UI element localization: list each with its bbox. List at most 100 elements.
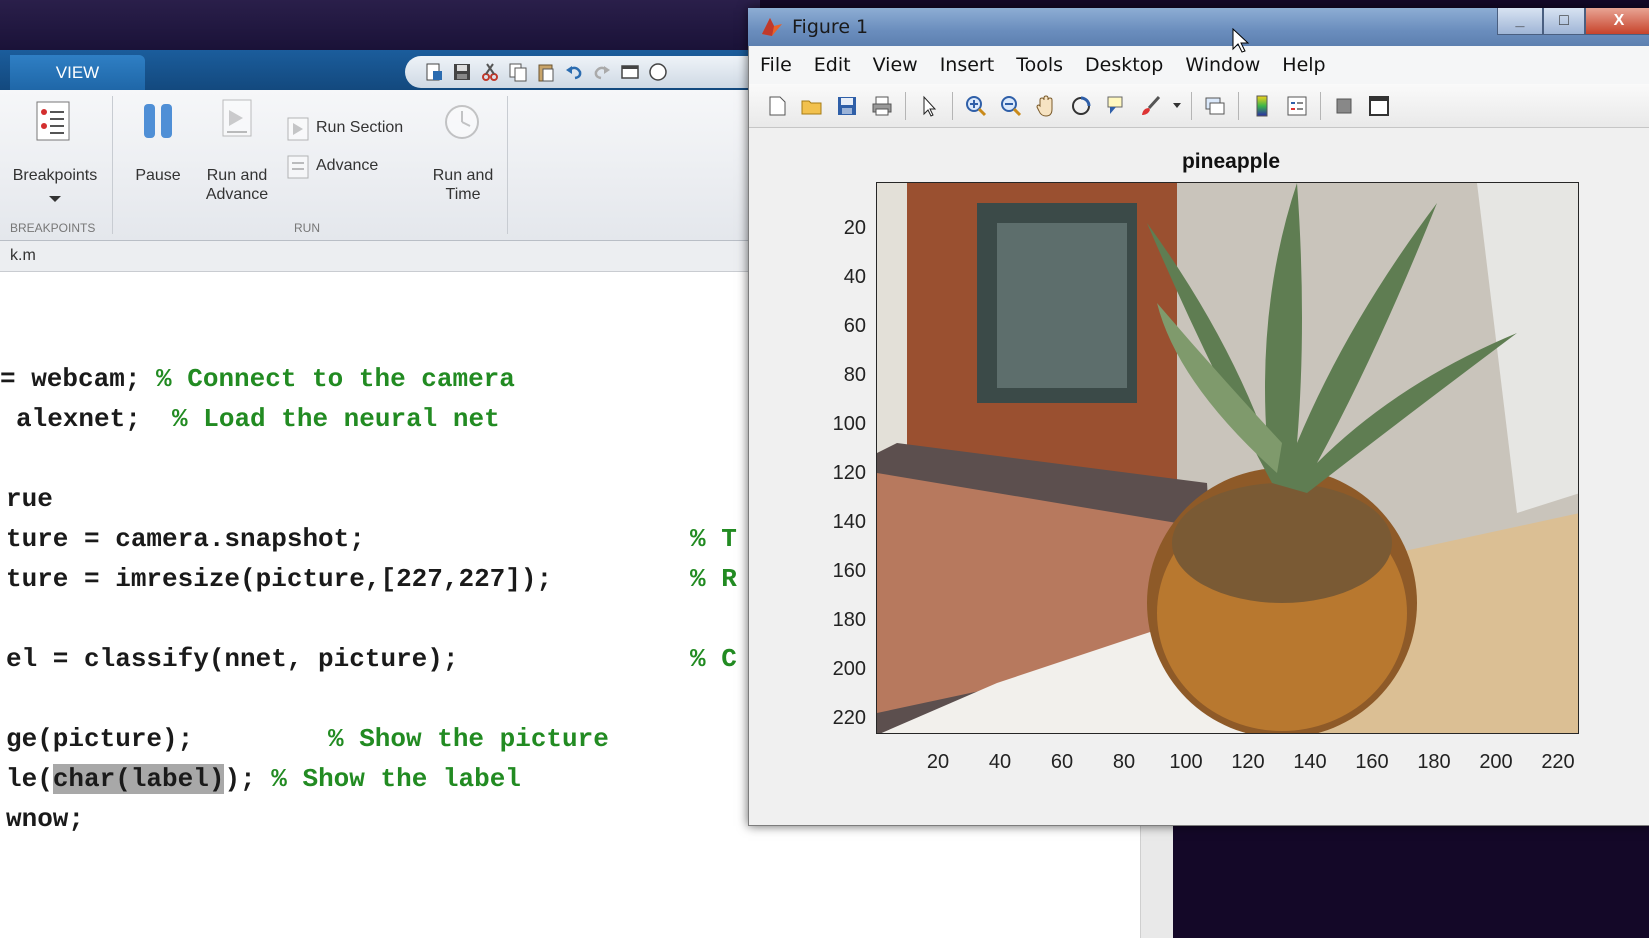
chevron-down-icon[interactable]: [1172, 92, 1182, 120]
zoom-in-icon[interactable]: [962, 92, 990, 120]
run-section-button[interactable]: Run Section: [316, 118, 416, 137]
run-section-icon: [286, 116, 310, 142]
tab-view[interactable]: VIEW: [10, 55, 145, 90]
advance-button[interactable]: Advance: [316, 156, 396, 175]
maximize-button[interactable]: □: [1543, 8, 1585, 35]
new-figure-icon[interactable]: [763, 92, 791, 120]
editor-file-tab[interactable]: k.m: [0, 241, 760, 272]
menu-tools[interactable]: Tools: [1005, 46, 1074, 84]
show-plot-tools-icon[interactable]: [1365, 92, 1393, 120]
code-line: ge(picture);: [6, 724, 194, 754]
pan-hand-icon[interactable]: [1032, 92, 1060, 120]
switch-windows-icon[interactable]: [619, 61, 641, 83]
menu-desktop[interactable]: Desktop: [1074, 46, 1174, 84]
code-line: le(char(label)); % Show the label: [6, 764, 521, 794]
text-selection[interactable]: char(label): [52, 764, 225, 794]
plot-title: pineapple: [1181, 150, 1281, 173]
redo-icon[interactable]: [591, 61, 613, 83]
code-line: ture = camera.snapshot;: [6, 524, 365, 554]
figure-menubar: File Edit View Insert Tools Desktop Wind…: [749, 46, 1649, 84]
x-tick-label: 120: [1231, 751, 1265, 773]
open-folder-icon[interactable]: [798, 92, 826, 120]
x-tick-label: 20: [926, 751, 950, 773]
data-cursor-icon[interactable]: [1102, 92, 1130, 120]
copy-icon[interactable]: [507, 61, 529, 83]
link-plot-icon[interactable]: [1201, 92, 1229, 120]
y-tick-label: 60: [843, 315, 866, 337]
code-line: alexnet; % Load the neural net: [16, 404, 500, 434]
toolbar-separator: [1320, 91, 1321, 120]
menu-help[interactable]: Help: [1271, 46, 1336, 84]
x-tick-label: 200: [1479, 751, 1513, 773]
y-tick-label: 160: [832, 560, 866, 582]
cut-icon[interactable]: [479, 61, 501, 83]
menu-edit[interactable]: Edit: [803, 46, 862, 84]
undo-icon[interactable]: [563, 61, 585, 83]
toolbar-separator: [952, 91, 953, 120]
group-label-run: RUN: [294, 221, 320, 235]
advance-icon: [286, 154, 310, 180]
figure-title: Figure 1: [792, 16, 869, 38]
run-and-advance-button[interactable]: Run and Advance: [196, 166, 278, 204]
menu-file[interactable]: File: [749, 46, 803, 84]
window-controls: _ □ X: [1497, 8, 1649, 35]
code-line: rue: [6, 484, 53, 514]
menu-view[interactable]: View: [862, 46, 929, 84]
x-tick-label: 60: [1050, 751, 1074, 773]
x-tick-label: 220: [1541, 751, 1575, 773]
brush-icon[interactable]: [1137, 92, 1165, 120]
y-tick-label: 200: [832, 658, 866, 680]
x-tick-label: 100: [1169, 751, 1203, 773]
save-icon[interactable]: [833, 92, 861, 120]
run-and-advance-icon: [215, 98, 259, 142]
legend-icon[interactable]: [1283, 92, 1311, 120]
file-tab-label: k.m: [10, 247, 36, 264]
zoom-out-icon[interactable]: [997, 92, 1025, 120]
paste-icon[interactable]: [535, 61, 557, 83]
y-tick-label: 80: [843, 364, 866, 386]
code-comment: % R: [690, 564, 737, 594]
y-tick-label: 120: [832, 462, 866, 484]
pointer-icon[interactable]: [915, 92, 943, 120]
minimize-button[interactable]: _: [1497, 8, 1543, 35]
x-tick-label: 140: [1293, 751, 1327, 773]
toolbar-separator: [905, 91, 906, 120]
breakpoints-button[interactable]: Breakpoints: [0, 166, 110, 185]
x-tick-label: 80: [1112, 751, 1136, 773]
mouse-cursor-icon: [1232, 27, 1250, 54]
toolbar-separator: [1238, 91, 1239, 120]
webcam-image: [877, 183, 1578, 733]
rotate-3d-icon[interactable]: [1067, 92, 1095, 120]
ribbon-panel: Breakpoints BREAKPOINTS Pause Run and Ad…: [0, 90, 760, 241]
x-tick-label: 40: [988, 751, 1012, 773]
toolbar-separator: [1191, 91, 1192, 120]
new-script-icon[interactable]: [423, 61, 445, 83]
y-tick-label: 220: [832, 707, 866, 729]
close-button[interactable]: X: [1585, 8, 1649, 35]
figure-toolbar: [749, 84, 1649, 128]
editor-scrollbar[interactable]: [1140, 820, 1173, 938]
run-and-time-button[interactable]: Run and Time: [420, 166, 506, 204]
code-line: el = classify(nnet, picture);: [6, 644, 459, 674]
code-comment: % Show the picture: [328, 724, 609, 754]
code-comment: % C: [690, 644, 737, 674]
hide-plot-tools-icon[interactable]: [1330, 92, 1358, 120]
y-tick-label: 180: [832, 609, 866, 631]
x-tick-label: 180: [1417, 751, 1451, 773]
code-line: = webcam; % Connect to the camera: [0, 364, 515, 394]
menu-insert[interactable]: Insert: [929, 46, 1006, 84]
colorbar-icon[interactable]: [1248, 92, 1276, 120]
image-axes[interactable]: [876, 182, 1579, 734]
help-icon[interactable]: [647, 61, 669, 83]
pause-button[interactable]: Pause: [122, 166, 194, 185]
quick-access-toolbar: [405, 56, 760, 88]
menu-window[interactable]: Window: [1174, 46, 1271, 84]
save-icon[interactable]: [451, 61, 473, 83]
group-divider: [112, 96, 113, 234]
code-line: ture = imresize(picture,[227,227]);: [6, 564, 553, 594]
run-and-time-icon: [440, 98, 484, 142]
chevron-down-icon[interactable]: [48, 190, 62, 202]
print-icon[interactable]: [868, 92, 896, 120]
code-line: wnow;: [6, 804, 85, 834]
group-label-breakpoints: BREAKPOINTS: [10, 221, 96, 235]
